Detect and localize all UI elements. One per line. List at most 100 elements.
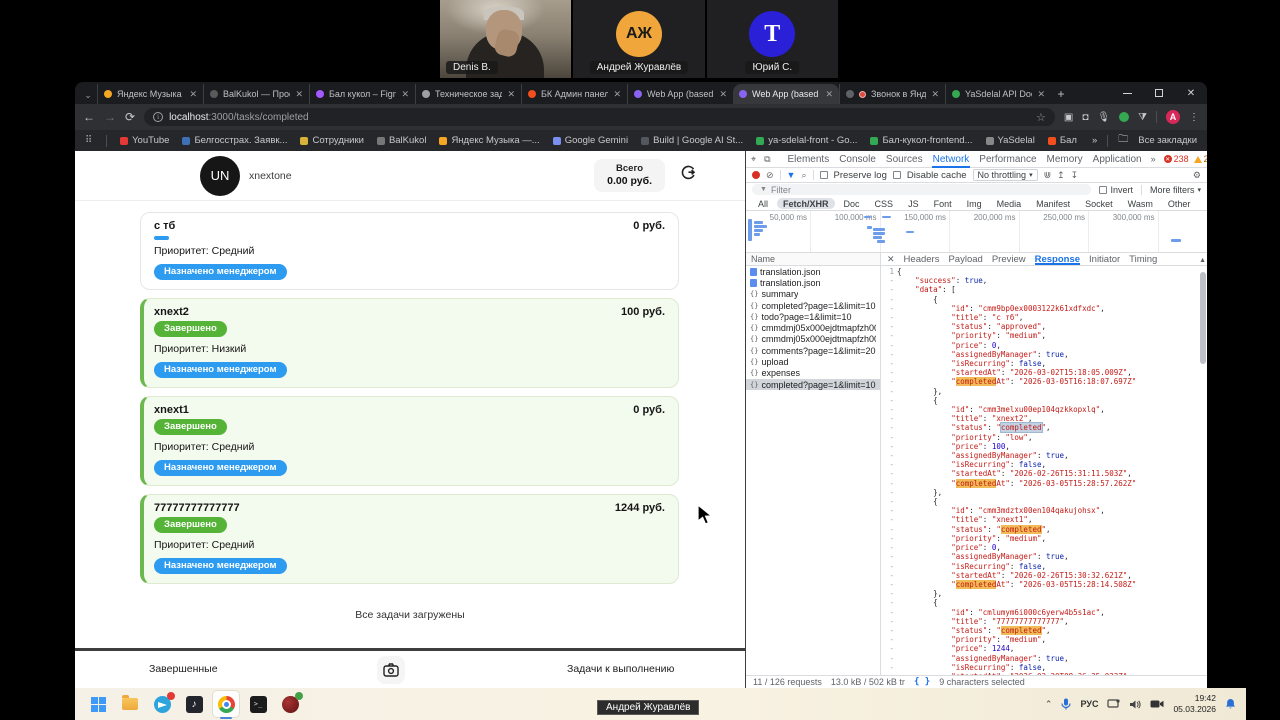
video-tile-denis[interactable]: Denis B. xyxy=(440,0,571,78)
network-request-row[interactable]: {}translation.json xyxy=(746,277,880,288)
browser-tab-7[interactable]: Web App (based on ✕ xyxy=(733,84,839,104)
network-overview-timeline[interactable]: 50,000 ms100,000 ms150,000 ms200,000 ms2… xyxy=(746,211,1207,253)
tab-close-icon[interactable]: ✕ xyxy=(825,89,833,100)
filter-chip-manifest[interactable]: Manifest xyxy=(1030,198,1076,209)
more-filters-button[interactable]: More filters▾ xyxy=(1150,185,1201,195)
network-request-row[interactable]: {}todo?page=1&limit=10 xyxy=(746,311,880,322)
new-tab-button[interactable]: + xyxy=(1051,84,1071,104)
network-request-row[interactable]: {}completed?page=1&limit=10 xyxy=(746,300,880,311)
tab-close-icon[interactable]: ✕ xyxy=(1037,89,1045,100)
requests-count[interactable]: 11 / 126 requests xyxy=(753,677,822,687)
filter-input[interactable]: ▼Filter xyxy=(752,184,1091,195)
file-explorer-button[interactable] xyxy=(117,691,143,717)
network-request-row[interactable]: {}expenses xyxy=(746,368,880,379)
scrollbar-thumb[interactable] xyxy=(1200,272,1206,364)
address-bar[interactable]: i localhost:3000/tasks/completed ☆ xyxy=(144,108,1055,126)
request-list-header[interactable]: Name xyxy=(746,253,880,266)
filter-chip-img[interactable]: Img xyxy=(961,198,988,209)
devtools-tab-console[interactable]: Console xyxy=(838,151,877,168)
detail-tab-initiator[interactable]: Initiator xyxy=(1089,254,1120,265)
import-har-icon[interactable]: ↥ xyxy=(1057,170,1065,181)
record-icon[interactable] xyxy=(752,171,760,179)
filter-chip-css[interactable]: CSS xyxy=(869,198,900,209)
bookmark-item[interactable]: YouTube xyxy=(120,135,169,146)
bookmark-item[interactable]: Бал кукол дизайн xyxy=(1048,135,1079,146)
camera-button[interactable] xyxy=(377,656,405,684)
browser-menu-icon[interactable]: ⋮ xyxy=(1189,112,1199,123)
tab-close-icon[interactable]: ✕ xyxy=(613,89,621,100)
clear-icon[interactable]: ⊘ xyxy=(766,170,774,181)
tray-mic-icon[interactable] xyxy=(1061,698,1071,710)
detail-tab-headers[interactable]: Headers xyxy=(904,254,940,265)
close-button[interactable]: ✕ xyxy=(1175,82,1207,104)
browser-tab-9[interactable]: YaSdelal API Docume✕ xyxy=(945,84,1051,104)
network-icon[interactable] xyxy=(1107,699,1120,710)
tab-close-icon[interactable]: ✕ xyxy=(719,89,727,100)
filter-chip-socket[interactable]: Socket xyxy=(1079,198,1119,209)
devtools-tab-sources[interactable]: Sources xyxy=(885,151,924,168)
tab-close-icon[interactable]: ✕ xyxy=(189,89,197,100)
preserve-log-checkbox[interactable] xyxy=(820,171,828,179)
nav-completed[interactable]: Завершенные xyxy=(149,663,218,675)
disable-cache-label[interactable]: Disable cache xyxy=(907,170,967,181)
network-conditions-icon[interactable]: ⋓ xyxy=(1044,170,1052,181)
browser-tab-3[interactable]: Бал кукол – Figma✕ xyxy=(309,84,415,104)
logout-icon[interactable] xyxy=(679,164,697,187)
back-icon[interactable]: ← xyxy=(83,111,95,123)
tab-close-icon[interactable]: ✕ xyxy=(295,89,303,100)
preserve-log-label[interactable]: Preserve log xyxy=(834,170,887,181)
export-har-icon[interactable]: ↧ xyxy=(1071,170,1079,181)
user-avatar[interactable]: UN xyxy=(200,156,240,196)
taskbar-clock[interactable]: 19:42 05.03.2026 xyxy=(1173,693,1216,714)
tab-close-icon[interactable]: ✕ xyxy=(931,89,939,100)
response-body[interactable]: 1---------------------------------------… xyxy=(881,266,1207,675)
detail-tab-payload[interactable]: Payload xyxy=(948,254,982,265)
extensions-puzzle-icon[interactable]: ⧩ xyxy=(1138,112,1147,123)
detail-tab-timing[interactable]: Timing xyxy=(1129,254,1157,265)
bookmark-item[interactable]: BalKukol xyxy=(377,135,427,146)
nav-todo[interactable]: Задачи к выполнению xyxy=(567,663,674,675)
maximize-button[interactable] xyxy=(1143,82,1175,104)
video-tile-andrey[interactable]: АЖ Андрей Журавлёв xyxy=(573,0,704,78)
browser-tab-1[interactable]: Яндекс Музыка — с✕ xyxy=(97,84,203,104)
bookmark-item[interactable]: Сотрудники xyxy=(300,135,363,146)
browser-tab-5[interactable]: БК Админ панель (ру✕ xyxy=(521,84,627,104)
filter-icon[interactable]: ▼ xyxy=(787,170,796,180)
console-warnings-badge[interactable]: 2 xyxy=(1194,154,1207,164)
devtools-tab-network[interactable]: Network xyxy=(932,151,971,168)
bookmark-item[interactable]: Google Gemini xyxy=(553,135,628,146)
bookmark-star-icon[interactable]: ☆ xyxy=(1036,111,1046,124)
browser-tab-4[interactable]: Техническое задани✕ xyxy=(415,84,521,104)
profile-avatar[interactable]: A xyxy=(1166,110,1180,124)
invert-label[interactable]: Invert xyxy=(1110,185,1133,195)
task-card[interactable]: 777777777777771244 руб.ЗавершеноПриорите… xyxy=(140,494,679,584)
bookmark-item[interactable]: ya-sdelal-front - Go... xyxy=(756,135,857,146)
detail-tab-response[interactable]: Response xyxy=(1035,254,1080,265)
side-panel-icon[interactable]: ▣ xyxy=(1064,112,1073,123)
bookmark-item[interactable]: Белгосстрах. Заявк... xyxy=(182,135,287,146)
terminal-button[interactable]: >_ xyxy=(245,691,271,717)
filter-chip-doc[interactable]: Doc xyxy=(838,198,866,209)
bookmark-item[interactable]: YaSdelal xyxy=(986,135,1035,146)
filter-chip-all[interactable]: All xyxy=(752,198,774,209)
sport-app-button[interactable] xyxy=(277,691,303,717)
language-indicator[interactable]: РУС xyxy=(1080,699,1098,709)
telegram-button[interactable] xyxy=(149,691,175,717)
video-tile-yuri[interactable]: T Юрий С. xyxy=(707,0,838,78)
bookmark-item[interactable]: Яндекс Музыка —... xyxy=(439,135,539,146)
inspect-element-icon[interactable]: ⌖ xyxy=(751,154,756,165)
bookmarks-overflow-chevron[interactable]: » xyxy=(1092,135,1097,146)
start-button[interactable] xyxy=(85,691,111,717)
devtools-tab-elements[interactable]: Elements xyxy=(787,151,831,168)
password-manager-icon[interactable]: ◘ xyxy=(1082,112,1088,123)
tab-close-icon[interactable]: ✕ xyxy=(507,89,515,100)
bookmark-item[interactable]: Build | Google AI St... xyxy=(641,135,743,146)
minimize-button[interactable] xyxy=(1111,82,1143,104)
search-icon[interactable]: ⌕ xyxy=(801,170,806,181)
tab-close-icon[interactable]: ✕ xyxy=(401,89,409,100)
network-request-row[interactable]: {}completed?page=1&limit=10 xyxy=(746,379,880,390)
site-info-icon[interactable]: i xyxy=(153,112,163,122)
devtools-tab-performance[interactable]: Performance xyxy=(978,151,1037,168)
throttling-select[interactable]: No throttling▾ xyxy=(973,169,1038,181)
network-request-row[interactable]: {}translation.json xyxy=(746,266,880,277)
